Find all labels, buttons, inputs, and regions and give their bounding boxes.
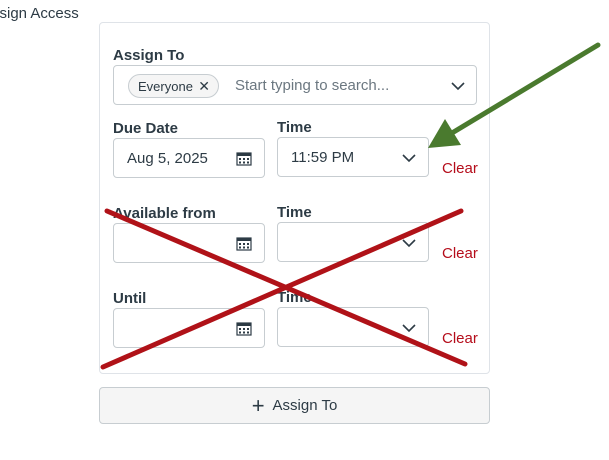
calendar-icon[interactable] bbox=[236, 321, 252, 336]
due-time-label: Time bbox=[277, 119, 312, 136]
add-assign-to-label: Assign To bbox=[272, 397, 338, 414]
available-time-label: Time bbox=[277, 204, 312, 221]
add-assign-to-button[interactable]: + Assign To bbox=[99, 387, 490, 424]
until-label: Until bbox=[113, 290, 147, 307]
chevron-down-icon[interactable] bbox=[402, 236, 416, 250]
calendar-icon[interactable] bbox=[236, 151, 252, 166]
chevron-down-icon[interactable] bbox=[402, 151, 416, 165]
available-from-label: Available from bbox=[113, 205, 216, 222]
chevron-down-icon[interactable] bbox=[402, 321, 416, 335]
due-date-label: Due Date bbox=[113, 120, 179, 137]
due-clear-button[interactable]: Clear bbox=[442, 160, 478, 177]
chevron-down-icon[interactable] bbox=[451, 79, 465, 93]
assign-to-search-placeholder[interactable]: Start typing to search... bbox=[235, 77, 389, 94]
available-time-select[interactable] bbox=[277, 222, 429, 262]
until-clear-button[interactable]: Clear bbox=[442, 330, 478, 347]
available-from-date-input[interactable] bbox=[113, 223, 265, 263]
assign-to-combobox[interactable]: Everyone ✕ Start typing to search... bbox=[113, 65, 477, 105]
everyone-chip[interactable]: Everyone ✕ bbox=[128, 74, 219, 98]
until-date-input[interactable] bbox=[113, 308, 265, 348]
until-time-select[interactable] bbox=[277, 307, 429, 347]
due-time-select[interactable]: 11:59 PM bbox=[277, 137, 429, 177]
due-date-input[interactable]: Aug 5, 2025 bbox=[113, 138, 265, 178]
chip-label: Everyone bbox=[138, 78, 193, 94]
calendar-icon[interactable] bbox=[236, 236, 252, 251]
due-date-value: Aug 5, 2025 bbox=[127, 150, 208, 167]
plus-icon: + bbox=[251, 392, 265, 418]
until-time-label: Time bbox=[277, 289, 312, 306]
close-icon[interactable]: ✕ bbox=[198, 78, 210, 94]
available-clear-button[interactable]: Clear bbox=[442, 245, 478, 262]
assign-to-label: Assign To bbox=[113, 47, 185, 64]
section-label: ssign Access bbox=[0, 5, 79, 22]
due-time-value: 11:59 PM bbox=[291, 149, 355, 166]
